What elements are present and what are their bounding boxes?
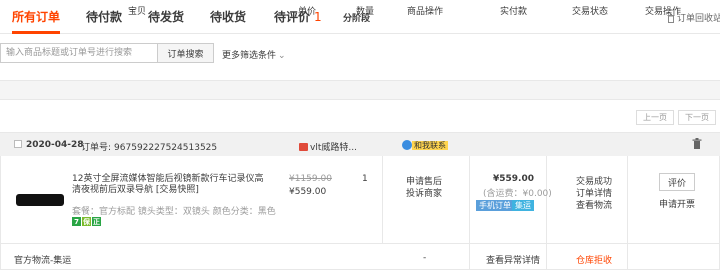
product-title-link[interactable]: 12英寸全屏流媒体智能后视镜新款行车记录仪高清夜视前后双录导航 [交易快照] [72,174,272,196]
table-header [0,80,720,100]
contact-seller-label: 和我联系 [412,141,448,150]
header-item-ops: 商品操作 [407,7,444,17]
header-paid: 实付款 [500,7,528,17]
quantity: 1 [362,174,368,184]
header-item: 宝贝 [128,7,147,17]
original-price: ¥1159.00 [289,174,332,184]
product-image[interactable] [16,194,64,206]
complain-seller-link[interactable]: 投诉商家 [406,186,442,199]
delete-order-button[interactable] [692,138,702,153]
prev-page-button[interactable]: 上一页 [636,110,674,125]
service-tag-7day: 7 [72,217,81,226]
view-abnormal-detail-link[interactable]: 查看异常详情 [486,253,540,266]
apply-invoice-link[interactable]: 申请开票 [659,197,695,210]
order-number: 订单号: 967592227524513525 [81,140,217,153]
mobile-order-badge: 手机订单 [476,200,514,211]
order-checkbox[interactable] [14,140,22,148]
next-page-button[interactable]: 下一页 [678,110,716,125]
trash-icon [692,138,702,149]
order-number-value: 967592227524513525 [114,143,218,153]
contact-seller-button[interactable]: 和我联系 [402,140,448,151]
header-unit-price: 单价 [298,7,317,17]
warehouse-reject-status: 仓库拒收 [576,256,613,266]
shop-name: vlt威路特... [310,143,357,153]
more-filters-label: 更多筛选条件 [222,51,277,61]
divider [382,156,383,244]
header-actions: 交易操作 [645,7,682,17]
service-tag-guarantee: 保 [82,217,91,226]
order-date: 2020-04-28 [26,140,84,150]
header-quantity: 数量 [356,7,375,17]
tab-all-orders[interactable]: 所有订单 [12,8,60,25]
footer-dash: - [423,253,427,263]
order-number-label: 订单号: [81,143,112,153]
shop-name-link[interactable]: vlt威路特... [299,140,357,153]
shop-icon [299,143,308,151]
more-filters-toggle[interactable]: 更多筛选条件 ⌄ [222,48,286,61]
view-logistics-link[interactable]: 查看物流 [576,198,612,211]
product-sku: 套餐：官方标配 镜头类型：双镜头 颜色分类：黑色 [72,207,276,217]
chat-icon [402,140,412,150]
service-tag-genuine: 正 [92,217,101,226]
active-tab-underline [12,31,60,34]
order-search-button[interactable]: 订单搜索 [158,43,214,63]
header-status: 交易状态 [572,7,609,17]
evaluate-button[interactable]: 评价 [659,173,695,191]
chevron-down-icon: ⌄ [278,51,286,61]
recycle-bin-label: 订单回收站 [677,14,720,24]
logistics-type: 官方物流-集运 [14,256,72,266]
tab-pending-payment[interactable]: 待付款 [86,8,122,25]
tab-pending-receipt[interactable]: 待收货 [210,8,246,25]
tab-pending-shipment[interactable]: 待发货 [148,8,184,25]
shipping-fee: (含运费：¥0.00) [483,189,552,199]
consolidated-shipping-badge: 集运 [512,200,534,211]
paid-amount: ¥559.00 [493,174,534,184]
order-search-input[interactable] [0,43,158,63]
unit-price: ¥559.00 [289,187,327,197]
